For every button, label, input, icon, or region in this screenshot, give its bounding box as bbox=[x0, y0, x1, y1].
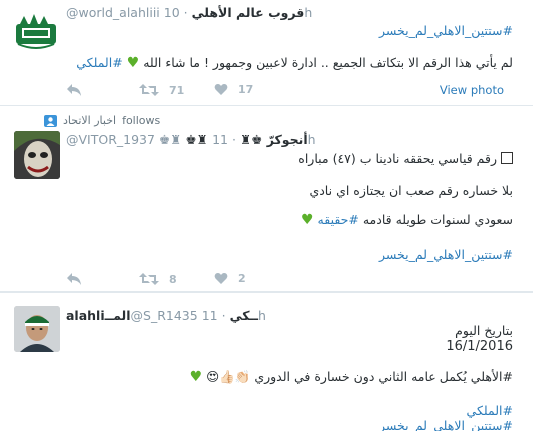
user-name[interactable]: ♚♜ أنجوكرّ ♚♜ bbox=[185, 132, 307, 147]
follow-badge-icon bbox=[44, 114, 57, 127]
hashtag[interactable]: #حقيقه bbox=[318, 212, 359, 227]
user-handle[interactable]: @S_R1435 bbox=[131, 308, 198, 323]
retweet-button[interactable]: 8 bbox=[139, 272, 177, 286]
tweet-date: 16/1/2016 bbox=[446, 339, 513, 354]
like-icon bbox=[214, 84, 228, 95]
tweet-card[interactable]: @world_alahliii قروب عالم الأهلي · 10h #… bbox=[0, 0, 533, 106]
like-icon bbox=[214, 273, 228, 284]
tweet-text-line: بتاريخ اليوم bbox=[455, 323, 513, 338]
tweet-header: alahliالمــ@S_R1435 ــكي · 11h bbox=[66, 308, 266, 323]
follows-account[interactable]: اخبار الاتحاد bbox=[63, 114, 116, 127]
user-handle[interactable]: @world_alahliii bbox=[66, 5, 160, 20]
tweet-text-line: بلا خساره رقم صعب ان يجتازه اي نادي bbox=[309, 183, 513, 198]
user-name-suffix[interactable]: ــكي bbox=[230, 308, 258, 323]
joker-avatar-icon bbox=[14, 131, 60, 179]
user-name[interactable]: قروب عالم الأهلي bbox=[192, 5, 305, 20]
tweet-text: لم يأتي هذا الرقم الا بتكاتف الجميع .. ا… bbox=[76, 55, 513, 71]
user-name[interactable]: alahliالمــ bbox=[66, 308, 131, 323]
retweet-button[interactable]: 71 bbox=[139, 83, 184, 97]
reply-button[interactable] bbox=[66, 272, 82, 286]
hashtag[interactable]: #الملكي bbox=[76, 55, 122, 70]
avatar[interactable] bbox=[14, 306, 60, 352]
retweet-icon bbox=[139, 273, 159, 285]
tweet-text-line: سعودي لسنوات طويله قادمه #حقيقه ♥ bbox=[301, 212, 513, 228]
green-heart-icon: ♥ bbox=[126, 55, 140, 71]
ahli-logo-icon bbox=[16, 14, 56, 49]
like-count: 17 bbox=[238, 83, 254, 96]
like-button[interactable]: 2 bbox=[214, 272, 246, 285]
hashtag[interactable]: #ستتين_الاهلي_لم_يخسر bbox=[379, 23, 513, 38]
view-photo-link[interactable]: View photo bbox=[440, 83, 504, 97]
reply-icon bbox=[67, 84, 81, 96]
follows-context: اخبار الاتحاد follows bbox=[44, 114, 160, 127]
hashtag[interactable]: #ستتين_الاهلي_لم_يخسر bbox=[379, 247, 513, 262]
avatar[interactable] bbox=[14, 8, 58, 52]
green-heart-icon: ♥ bbox=[189, 369, 203, 385]
tweet-header: @world_alahliii قروب عالم الأهلي · 10h bbox=[66, 5, 313, 20]
avatar[interactable] bbox=[14, 131, 60, 179]
follows-label: follows bbox=[122, 114, 161, 127]
green-heart-icon: ♥ bbox=[301, 212, 314, 228]
retweet-count: 71 bbox=[169, 83, 185, 97]
user-handle[interactable]: @VITOR_1937 ♚♜ bbox=[66, 132, 181, 147]
tweet-card[interactable]: اخبار الاتحاد follows @VITOR_1937 ♚♜ ♚♜ … bbox=[0, 107, 533, 293]
hashtag[interactable]: #ستتين_الاهلي_لم_يخسر bbox=[379, 418, 513, 431]
retweet-count: 8 bbox=[169, 272, 177, 286]
emoji-reactions: 👏🏻👍🏻😍 bbox=[206, 369, 251, 384]
retweet-icon bbox=[139, 84, 159, 96]
reply-icon bbox=[67, 273, 81, 285]
like-count: 2 bbox=[238, 272, 246, 285]
tweet-actions: 8 2 bbox=[66, 272, 516, 288]
hashtag[interactable]: #الملكي bbox=[467, 403, 513, 418]
tweet-actions: 71 17 View photo bbox=[66, 83, 516, 99]
user-avatar-icon bbox=[14, 306, 60, 352]
tweet-text-line: رقم قياسي يحققه نادينا ب (٤٧) مباراه bbox=[298, 151, 513, 166]
like-button[interactable]: 17 bbox=[214, 83, 253, 96]
tweet-card[interactable]: alahliالمــ@S_R1435 ــكي · 11h بتاريخ ال… bbox=[0, 294, 533, 431]
tweet-text-line: #الأهلي يُكمل عامه الثاني دون خسارة في ا… bbox=[189, 369, 513, 385]
reply-button[interactable] bbox=[66, 83, 82, 97]
square-emoji-icon bbox=[501, 152, 513, 164]
tweet-header: @VITOR_1937 ♚♜ ♚♜ أنجوكرّ ♚♜ · 11h bbox=[66, 132, 316, 147]
